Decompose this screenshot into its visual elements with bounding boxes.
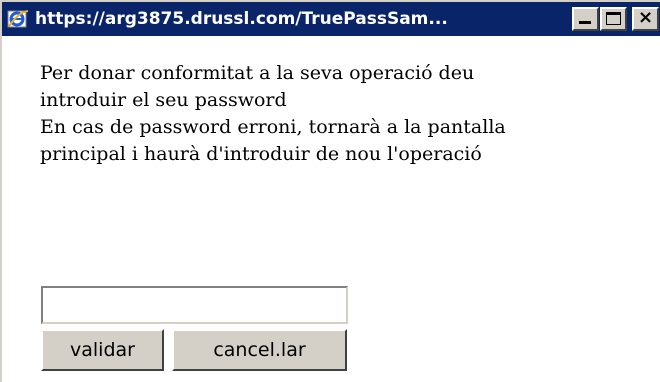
minimize-icon bbox=[579, 21, 591, 24]
browser-popup-window: https://arg3875.drussl.com/TruePassSam..… bbox=[0, 0, 660, 382]
message-line-4: principal i haurà d'introduir de nou l'o… bbox=[40, 143, 482, 165]
password-input[interactable] bbox=[41, 286, 348, 324]
window-title: https://arg3875.drussl.com/TruePassSam..… bbox=[35, 9, 448, 29]
minimize-button[interactable] bbox=[572, 7, 599, 31]
cancel-button[interactable]: cancel.lar bbox=[172, 329, 347, 371]
close-button[interactable]: × bbox=[632, 7, 659, 31]
validate-button[interactable]: validar bbox=[41, 329, 164, 371]
maximize-icon bbox=[606, 12, 621, 25]
message-line-3: En cas de password erroni, tornarà a la … bbox=[40, 116, 506, 138]
instruction-message: Per donar conformitat a la seva operació… bbox=[40, 60, 650, 168]
message-line-2: introduir el seu password bbox=[40, 89, 287, 111]
title-bar[interactable]: https://arg3875.drussl.com/TruePassSam..… bbox=[2, 2, 660, 36]
internet-explorer-icon bbox=[7, 10, 29, 28]
maximize-button[interactable] bbox=[600, 7, 627, 31]
close-icon: × bbox=[637, 7, 654, 28]
message-line-1: Per donar conformitat a la seva operació… bbox=[40, 62, 475, 84]
